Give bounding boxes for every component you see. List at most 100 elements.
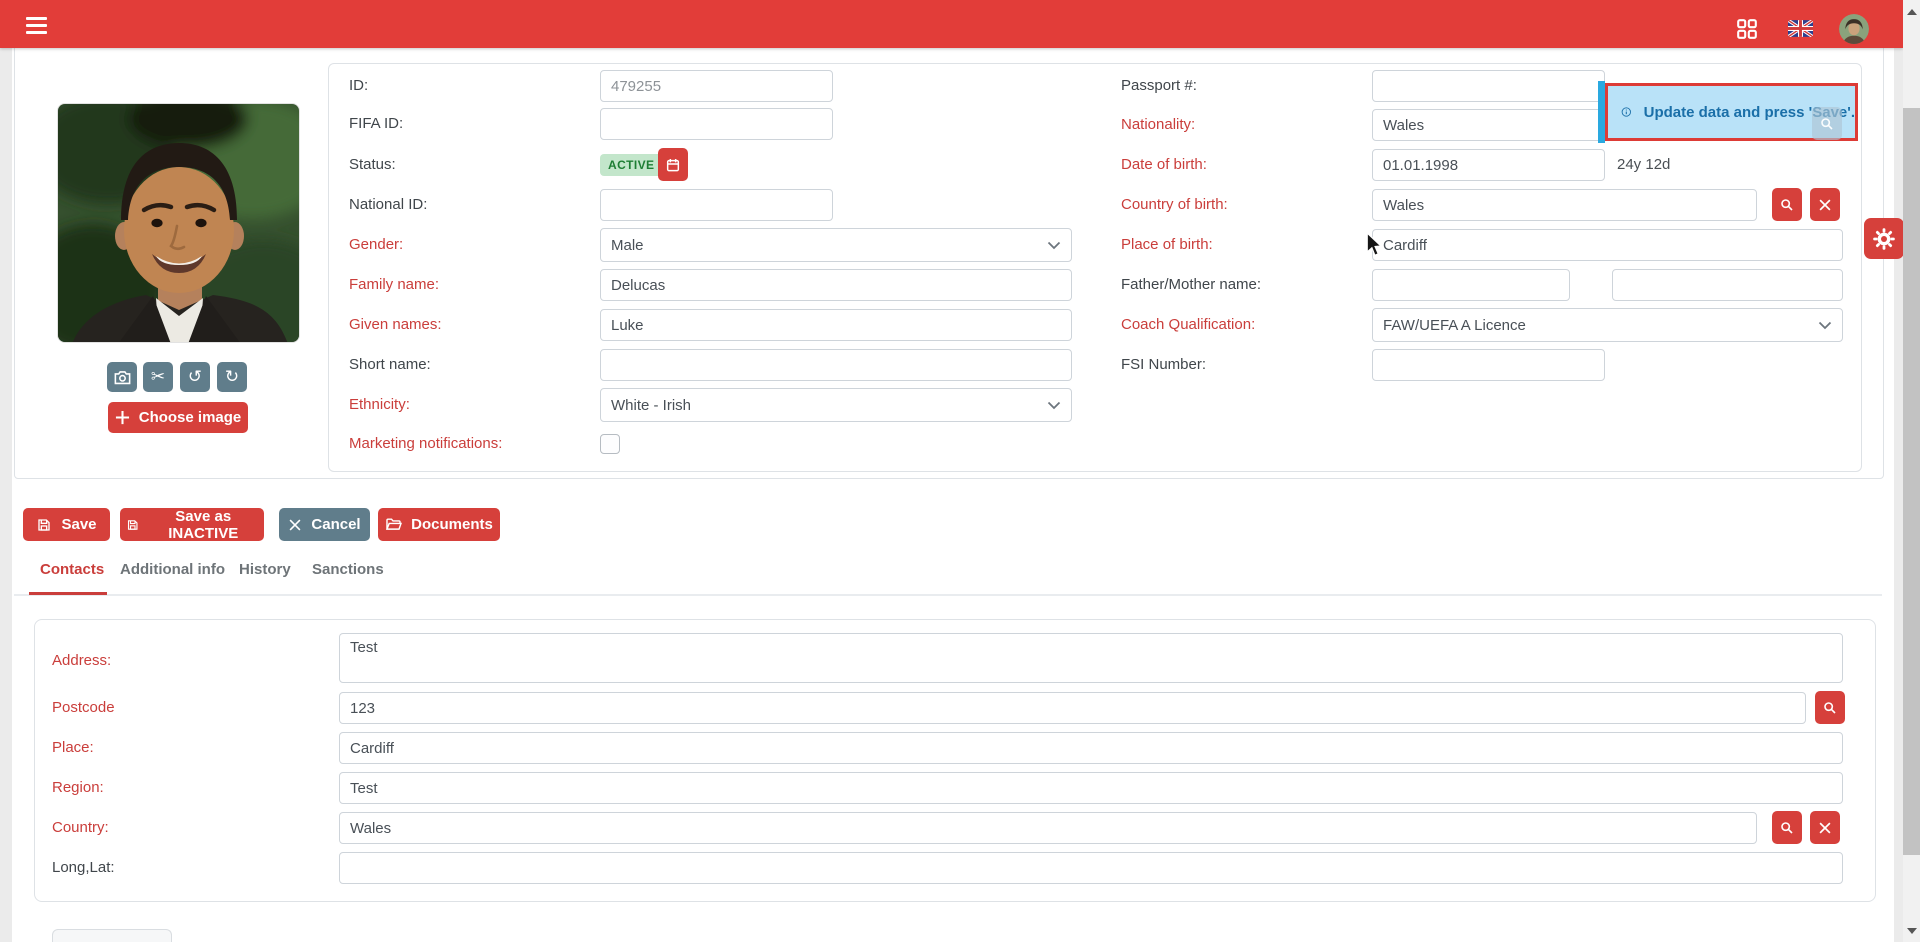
uk-flag-icon[interactable]: [1788, 20, 1813, 42]
tab-additional-info[interactable]: Additional info: [120, 561, 225, 589]
save-as-inactive-label: Save as INACTIVE: [148, 508, 258, 542]
fsi-number-field[interactable]: [1372, 349, 1605, 381]
id-field[interactable]: [600, 70, 833, 102]
father-name-field[interactable]: [1372, 269, 1570, 301]
app-header: [0, 0, 1903, 48]
tab-history[interactable]: History: [239, 561, 291, 589]
marketing-notifications-label: Marketing notifications:: [349, 433, 502, 455]
partial-bottom-button[interactable]: [52, 929, 172, 942]
cancel-button[interactable]: Cancel: [279, 508, 370, 541]
active-tab-underline: [29, 592, 107, 595]
short-name-field[interactable]: [600, 349, 1072, 381]
gender-label: Gender:: [349, 234, 403, 256]
passport-label: Passport #:: [1121, 75, 1197, 97]
given-names-label: Given names:: [349, 314, 442, 336]
age-text: 24y 12d: [1617, 154, 1670, 176]
ethnicity-select[interactable]: White - Irish: [600, 388, 1072, 422]
marketing-notifications-checkbox[interactable]: [600, 434, 620, 454]
fifa-id-label: FIFA ID:: [349, 113, 403, 135]
folder-open-icon: [385, 516, 402, 533]
info-circle-icon: [1621, 99, 1632, 125]
mother-name-field[interactable]: [1612, 269, 1843, 301]
chevron-down-icon: [1818, 321, 1832, 330]
floppy-icon: [126, 517, 139, 533]
date-of-birth-label: Date of birth:: [1121, 154, 1207, 176]
coach-qualification-value: FAW/UEFA A Licence: [1383, 317, 1526, 334]
app-root: ✂ ↺ ↻ Choose image ID: FIFA ID: Status: …: [0, 0, 1920, 942]
place-label: Place:: [52, 737, 94, 759]
place-of-birth-label: Place of birth:: [1121, 234, 1213, 256]
postcode-field[interactable]: [339, 692, 1806, 724]
country-of-birth-search-icon[interactable]: [1772, 188, 1802, 221]
fifa-id-field[interactable]: [600, 108, 833, 140]
settings-gear-icon[interactable]: [1864, 218, 1904, 259]
place-field[interactable]: [339, 732, 1843, 764]
region-field[interactable]: [339, 772, 1843, 804]
x-icon: [288, 518, 302, 532]
scissors-crop-icon[interactable]: ✂: [143, 362, 173, 392]
status-badge: ACTIVE: [600, 154, 662, 176]
country-of-birth-clear-icon[interactable]: [1810, 188, 1840, 221]
chevron-down-icon: [1047, 241, 1061, 250]
chevron-down-icon: [1047, 401, 1061, 410]
choose-image-button[interactable]: Choose image: [108, 402, 248, 433]
tab-contacts[interactable]: Contacts: [40, 561, 104, 589]
ethnicity-label: Ethnicity:: [349, 394, 410, 416]
address-label: Address:: [52, 650, 111, 672]
save-label: Save: [61, 516, 96, 533]
documents-label: Documents: [411, 516, 493, 533]
national-id-field[interactable]: [600, 189, 833, 221]
address-field[interactable]: [339, 633, 1843, 683]
gender-value: Male: [611, 237, 644, 254]
given-names-field[interactable]: [600, 309, 1072, 341]
family-name-label: Family name:: [349, 274, 439, 296]
person-photo: [57, 103, 300, 343]
rotate-right-icon[interactable]: ↻: [217, 362, 247, 392]
short-name-label: Short name:: [349, 354, 431, 376]
postcode-search-icon[interactable]: [1815, 691, 1845, 724]
country-clear-icon[interactable]: [1810, 811, 1840, 844]
postcode-label: Postcode: [52, 697, 115, 719]
save-button[interactable]: Save: [23, 508, 110, 541]
country-search-icon[interactable]: [1772, 811, 1802, 844]
region-label: Region:: [52, 777, 104, 799]
national-id-label: National ID:: [349, 194, 427, 216]
scrollbar-down-arrow[interactable]: [1903, 924, 1920, 938]
coach-qualification-select[interactable]: FAW/UEFA A Licence: [1372, 308, 1843, 342]
place-of-birth-field[interactable]: [1372, 229, 1843, 261]
tooltip-accent-bar: [1598, 81, 1605, 143]
father-mother-label: Father/Mother name:: [1121, 274, 1261, 296]
mouse-cursor: [1365, 233, 1385, 264]
longlat-field[interactable]: [339, 852, 1843, 884]
documents-button[interactable]: Documents: [378, 508, 500, 541]
hamburger-menu-icon[interactable]: [26, 17, 47, 34]
ethnicity-value: White - Irish: [611, 397, 691, 414]
user-avatar[interactable]: [1839, 14, 1869, 44]
tabs-divider: [14, 594, 1882, 596]
tab-sanctions[interactable]: Sanctions: [312, 561, 384, 589]
gender-select[interactable]: Male: [600, 228, 1072, 262]
coach-qualification-label: Coach Qualification:: [1121, 314, 1255, 336]
floppy-icon: [36, 517, 52, 533]
vertical-scrollbar-thumb[interactable]: [1903, 108, 1920, 855]
nationality-search-icon[interactable]: [1812, 107, 1842, 140]
nationality-field[interactable]: [1372, 109, 1605, 141]
fsi-number-label: FSI Number:: [1121, 354, 1206, 376]
status-label: Status:: [349, 154, 396, 176]
status-calendar-button[interactable]: [658, 148, 688, 181]
grid-apps-icon[interactable]: [1737, 19, 1757, 44]
family-name-field[interactable]: [600, 269, 1072, 301]
rotate-left-icon[interactable]: ↺: [180, 362, 210, 392]
country-of-birth-field[interactable]: [1372, 189, 1757, 221]
date-of-birth-field[interactable]: [1372, 149, 1605, 181]
choose-image-label: Choose image: [139, 409, 242, 426]
cancel-label: Cancel: [311, 516, 360, 533]
save-as-inactive-button[interactable]: Save as INACTIVE: [120, 508, 264, 541]
country-label: Country:: [52, 817, 109, 839]
passport-field[interactable]: [1372, 70, 1605, 102]
scrollbar-up-arrow[interactable]: [1903, 5, 1920, 19]
country-field[interactable]: [339, 812, 1757, 844]
id-label: ID:: [349, 75, 368, 97]
longlat-label: Long,Lat:: [52, 857, 115, 879]
camera-icon[interactable]: [107, 362, 137, 392]
